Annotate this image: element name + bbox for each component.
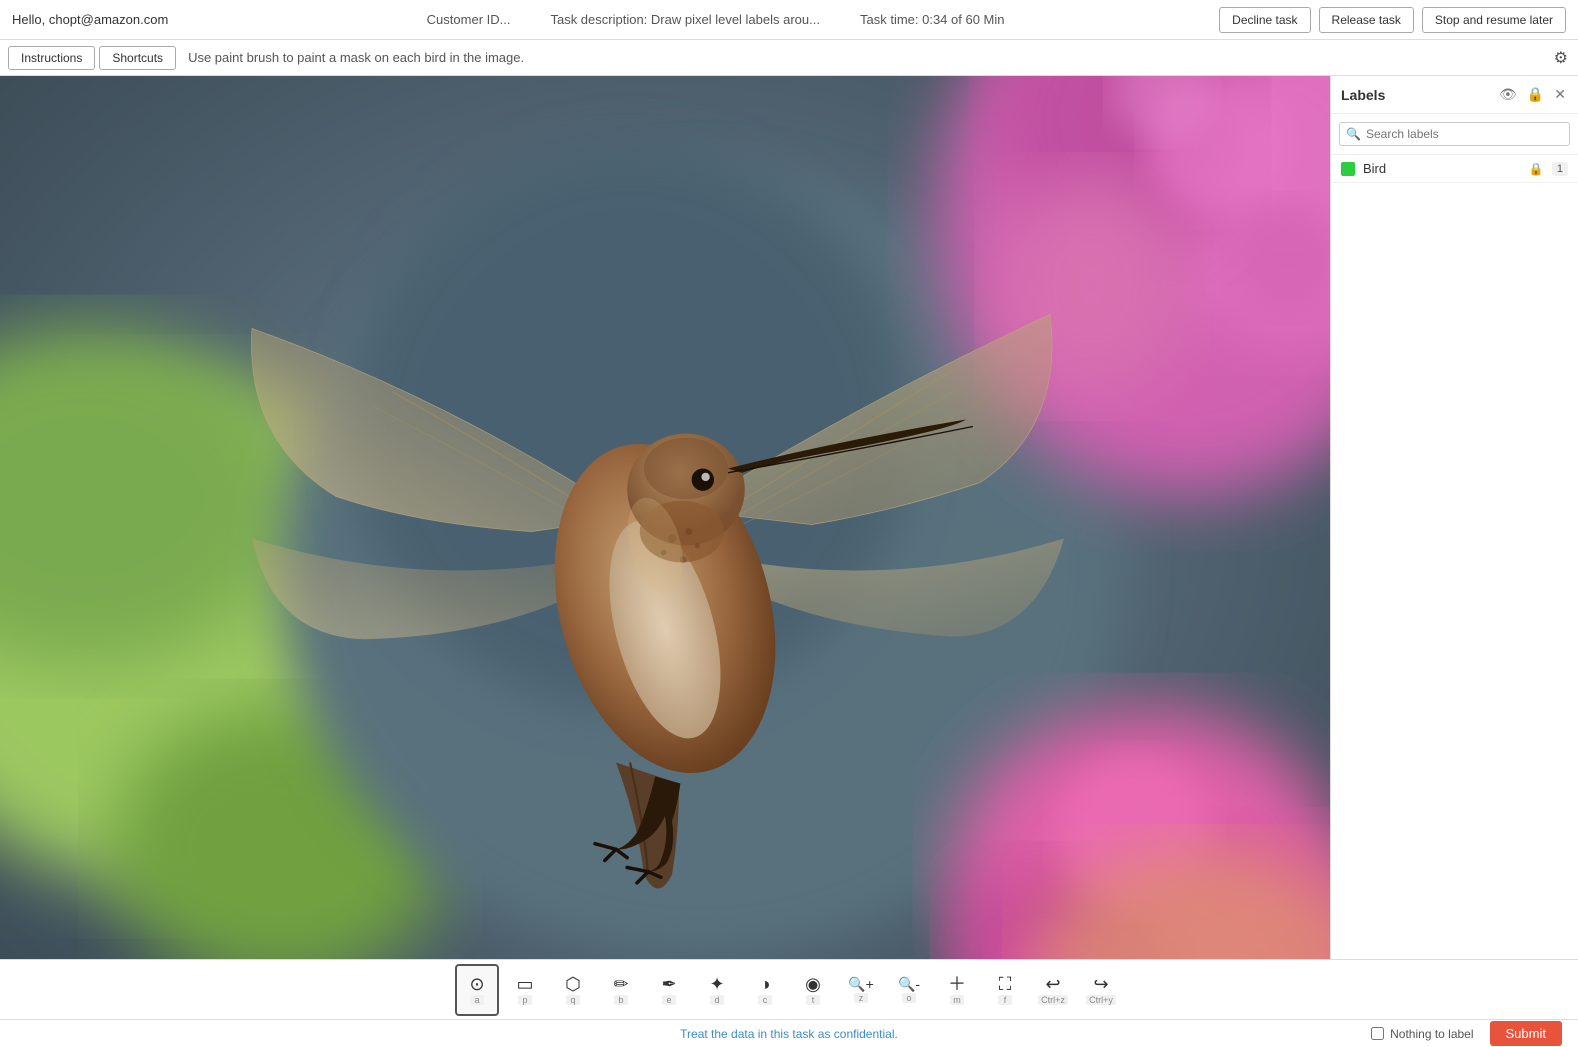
visibility-icon[interactable]: 👁 xyxy=(1497,84,1519,105)
label-count-bird: 1 xyxy=(1552,162,1568,176)
contrast-tool-button[interactable]: ◑ c xyxy=(743,964,787,1016)
user-greeting: Hello, chopt@amazon.com xyxy=(12,12,212,27)
task-time: Task time: 0:34 of 60 Min xyxy=(860,12,1005,27)
confidential-text: Treat the data in this task as confident… xyxy=(531,1027,1046,1041)
brush-tool-icon: ✏ xyxy=(613,975,628,993)
close-panel-button[interactable]: ✕ xyxy=(1552,84,1568,105)
rect-tool-button[interactable]: ▭ p xyxy=(503,964,547,1016)
instructions-bar: Instructions Shortcuts Use paint brush t… xyxy=(0,40,1578,76)
label-item-bird[interactable]: Bird 🔒 1 xyxy=(1331,155,1578,183)
poly-tool-key: q xyxy=(566,995,580,1005)
select-tool-key: a xyxy=(470,995,484,1005)
zoom-in-tool-icon: 🔍+ xyxy=(848,977,874,991)
nothing-to-label-text: Nothing to label xyxy=(1390,1027,1473,1041)
redo-tool-icon: ↪ xyxy=(1093,975,1108,993)
label-name-bird: Bird xyxy=(1363,161,1521,176)
fill-tool-icon: ◉ xyxy=(805,975,821,993)
search-labels-input[interactable] xyxy=(1339,122,1570,146)
nothing-to-label-checkbox[interactable] xyxy=(1371,1027,1384,1040)
labels-header: Labels 👁 🔒 ✕ xyxy=(1331,76,1578,114)
brightness-tool-icon: ✦ xyxy=(709,975,724,993)
zoom-out-tool-button[interactable]: 🔍- o xyxy=(887,964,931,1016)
contrast-tool-key: c xyxy=(758,995,772,1005)
add-tool-button[interactable]: ＋ m xyxy=(935,964,979,1016)
redo-tool-key: Ctrl+y xyxy=(1086,995,1116,1005)
search-wrap: 🔍 xyxy=(1339,122,1570,146)
pen-tool-key: e xyxy=(662,995,676,1005)
instruction-text: Use paint brush to paint a mask on each … xyxy=(188,50,524,65)
select-tool-icon: ⊙ xyxy=(469,975,484,993)
brightness-tool-button[interactable]: ✦ d xyxy=(695,964,739,1016)
submit-button[interactable]: Submit xyxy=(1490,1021,1562,1046)
fit-tool-key: f xyxy=(998,995,1012,1005)
shortcuts-button[interactable]: Shortcuts xyxy=(99,46,176,70)
decline-task-button[interactable]: Decline task xyxy=(1219,7,1310,33)
pen-tool-icon: ✒ xyxy=(661,975,676,993)
main-content: ⊙ Labels 👁 🔒 ✕ 🔍 Bird 🔒 1 xyxy=(0,76,1578,959)
instructions-button[interactable]: Instructions xyxy=(8,46,95,70)
toolbar: ⊙ a ▭ p ⬡ q ✏ b ✒ e ✦ d ◑ c ◉ t 🔍+ z 🔍- … xyxy=(0,959,1578,1019)
task-description: Task description: Draw pixel level label… xyxy=(550,12,820,27)
fill-tool-button[interactable]: ◉ t xyxy=(791,964,835,1016)
redo-tool-button[interactable]: ↪ Ctrl+y xyxy=(1079,964,1123,1016)
zoom-out-tool-key: o xyxy=(902,993,916,1003)
fit-tool-icon: ⛶ xyxy=(999,975,1012,993)
zoom-in-tool-button[interactable]: 🔍+ z xyxy=(839,964,883,1016)
nothing-to-label-label: Nothing to label xyxy=(1371,1027,1473,1041)
contrast-tool-icon: ◑ xyxy=(760,975,771,993)
search-icon: 🔍 xyxy=(1346,127,1361,141)
labels-title: Labels xyxy=(1341,87,1491,103)
label-lock-icon-bird: 🔒 xyxy=(1529,162,1544,176)
rect-tool-key: p xyxy=(518,995,532,1005)
lock-icon-panel[interactable]: 🔒 xyxy=(1525,84,1546,105)
add-tool-icon: ＋ xyxy=(948,975,966,993)
bottom-bar: Treat the data in this task as confident… xyxy=(0,1019,1578,1047)
undo-tool-button[interactable]: ↩ Ctrl+z xyxy=(1031,964,1075,1016)
fill-tool-key: t xyxy=(806,995,820,1005)
brush-tool-button[interactable]: ✏ b xyxy=(599,964,643,1016)
select-tool-button[interactable]: ⊙ a xyxy=(455,964,499,1016)
rect-tool-icon: ▭ xyxy=(516,975,533,993)
task-info: Customer ID... Task description: Draw pi… xyxy=(212,12,1219,27)
add-tool-key: m xyxy=(950,995,964,1005)
label-color-bird xyxy=(1341,162,1355,176)
release-task-button[interactable]: Release task xyxy=(1319,7,1414,33)
poly-tool-button[interactable]: ⬡ q xyxy=(551,964,595,1016)
pen-tool-button[interactable]: ✒ e xyxy=(647,964,691,1016)
top-bar: Hello, chopt@amazon.com Customer ID... T… xyxy=(0,0,1578,40)
customer-id: Customer ID... xyxy=(427,12,511,27)
zoom-out-tool-icon: 🔍- xyxy=(898,977,920,991)
canvas-area[interactable]: ⊙ xyxy=(0,76,1330,959)
settings-icon[interactable]: ⚙ xyxy=(1554,48,1568,68)
poly-tool-icon: ⬡ xyxy=(565,975,581,993)
annotation-canvas[interactable]: ⊙ xyxy=(0,76,1330,959)
labels-panel: Labels 👁 🔒 ✕ 🔍 Bird 🔒 1 xyxy=(1330,76,1578,959)
undo-tool-icon: ↩ xyxy=(1045,975,1060,993)
stop-resume-button[interactable]: Stop and resume later xyxy=(1422,7,1566,33)
fit-tool-button[interactable]: ⛶ f xyxy=(983,964,1027,1016)
brightness-tool-key: d xyxy=(710,995,724,1005)
brush-tool-key: b xyxy=(614,995,628,1005)
undo-tool-key: Ctrl+z xyxy=(1038,995,1068,1005)
label-list: Bird 🔒 1 xyxy=(1331,155,1578,959)
zoom-in-tool-key: z xyxy=(854,993,868,1003)
search-labels-wrap: 🔍 xyxy=(1331,114,1578,155)
top-actions: Decline task Release task Stop and resum… xyxy=(1219,7,1566,33)
